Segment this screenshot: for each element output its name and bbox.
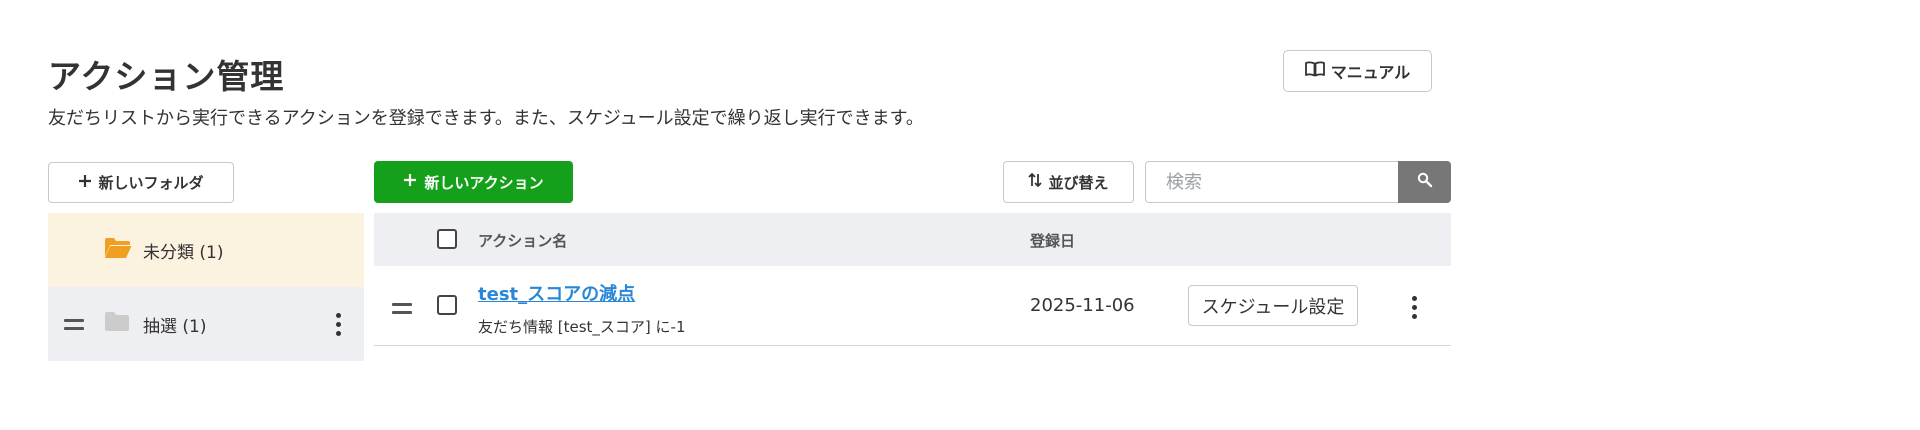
new-action-button[interactable]: 新しいアクション — [374, 161, 573, 203]
folder-more-icon[interactable] — [336, 312, 341, 336]
row-checkbox[interactable] — [437, 295, 457, 315]
folder-icon — [104, 311, 130, 337]
folder-item-lottery[interactable]: 抽選 (1) — [48, 287, 364, 361]
drag-handle-icon[interactable] — [392, 303, 412, 314]
sort-button[interactable]: 並び替え — [1003, 161, 1134, 203]
folder-list: 未分類 (1) 抽選 (1) — [48, 213, 364, 361]
plus-icon — [78, 174, 92, 192]
search-button[interactable] — [1398, 161, 1451, 203]
sort-icon — [1028, 172, 1043, 192]
new-folder-button[interactable]: 新しいフォルダ — [48, 162, 234, 203]
page-description: 友だちリストから実行できるアクションを登録できます。また、スケジュール設定で繰り… — [48, 108, 924, 129]
page-title: アクション管理 — [48, 57, 285, 96]
drag-handle-icon[interactable] — [64, 318, 84, 330]
plus-icon — [403, 173, 417, 191]
folder-label: 抽選 (1) — [143, 316, 207, 337]
schedule-settings-button[interactable]: スケジュール設定 — [1188, 285, 1358, 326]
book-icon — [1304, 61, 1325, 81]
folder-item-uncategorized[interactable]: 未分類 (1) — [48, 213, 364, 287]
new-folder-label: 新しいフォルダ — [98, 174, 204, 192]
manual-button[interactable]: マニュアル — [1283, 50, 1432, 92]
folder-open-icon — [104, 237, 132, 264]
search-icon — [1417, 172, 1433, 192]
action-name-link[interactable]: test_スコアの減点 — [478, 280, 635, 306]
table-row: test_スコアの減点 友だち情報 [test_スコア] に-1 2025-11… — [374, 266, 1451, 346]
action-description: 友だち情報 [test_スコア] に-1 — [478, 318, 686, 336]
new-action-label: 新しいアクション — [424, 173, 544, 192]
search-input[interactable] — [1145, 161, 1399, 203]
registration-date: 2025-11-06 — [1030, 295, 1135, 316]
sort-label: 並び替え — [1048, 173, 1109, 192]
manual-button-label: マニュアル — [1330, 63, 1411, 82]
row-more-icon[interactable] — [1412, 296, 1417, 319]
table-header: アクション名 登録日 — [374, 213, 1451, 266]
column-header-date: 登録日 — [1030, 232, 1076, 250]
folder-label: 未分類 (1) — [143, 242, 224, 263]
column-header-name: アクション名 — [478, 232, 568, 250]
select-all-checkbox[interactable] — [437, 229, 457, 249]
